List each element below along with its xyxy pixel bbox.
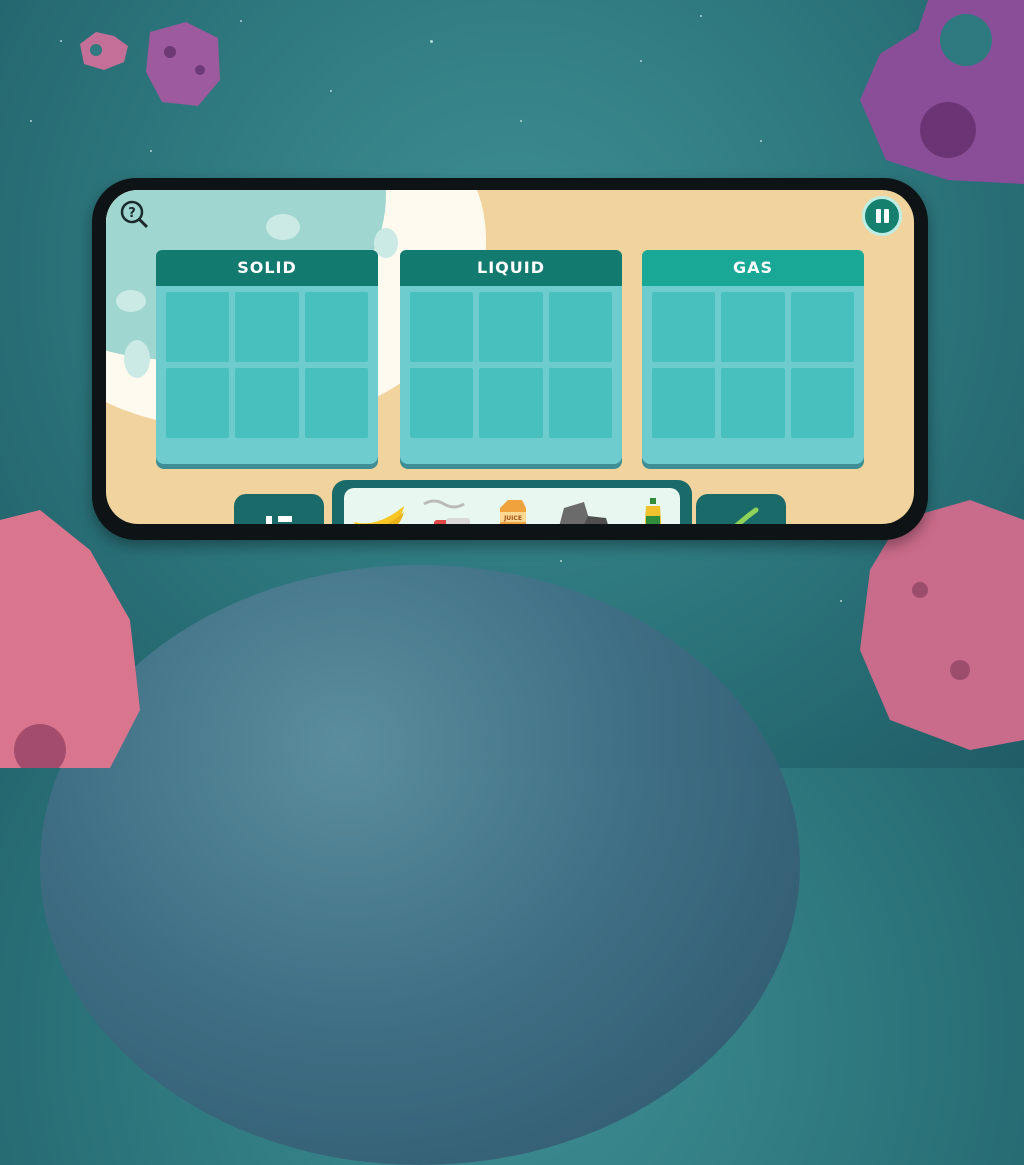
drop-grid bbox=[410, 292, 612, 438]
drop-slot[interactable] bbox=[235, 292, 299, 362]
drop-slot[interactable] bbox=[304, 292, 368, 362]
steaming-cup-icon[interactable] bbox=[416, 498, 480, 524]
drop-slot[interactable] bbox=[235, 368, 299, 438]
category-title: SOLID bbox=[156, 250, 378, 286]
drop-slot[interactable] bbox=[166, 292, 230, 362]
asteroid-bottomleft-icon bbox=[0, 510, 140, 768]
category-panel-gas: GAS bbox=[642, 250, 864, 464]
pause-button[interactable] bbox=[862, 196, 902, 236]
drop-slot[interactable] bbox=[479, 292, 543, 362]
crater bbox=[124, 340, 150, 378]
drop-grid bbox=[166, 292, 368, 438]
drop-slot[interactable] bbox=[410, 368, 474, 438]
timer-icon bbox=[266, 516, 292, 524]
category-panel-liquid: LIQUID bbox=[400, 250, 622, 464]
category-title: LIQUID bbox=[400, 250, 622, 286]
drop-slot[interactable] bbox=[304, 368, 368, 438]
svg-text:?: ? bbox=[128, 206, 136, 221]
oil-bottle-icon[interactable] bbox=[638, 498, 668, 524]
banana-icon[interactable] bbox=[350, 498, 408, 524]
category-panel-solid: SOLID bbox=[156, 250, 378, 464]
category-title: GAS bbox=[642, 250, 864, 286]
check-icon bbox=[734, 507, 759, 524]
asteroid-medium-icon bbox=[146, 22, 220, 106]
drop-slot[interactable] bbox=[721, 292, 785, 362]
drop-slot[interactable] bbox=[479, 368, 543, 438]
help-magnifier-icon[interactable]: ? bbox=[118, 198, 152, 232]
game-screen: ? SOLID LIQUID GAS JUICE bbox=[106, 190, 914, 524]
asteroid-small-icon bbox=[80, 32, 128, 70]
drop-slot[interactable] bbox=[652, 368, 716, 438]
background-planet bbox=[40, 565, 800, 1165]
rocks-icon[interactable] bbox=[550, 498, 614, 524]
item-tray-inner: JUICE bbox=[344, 488, 680, 524]
drop-slot[interactable] bbox=[548, 368, 612, 438]
drop-slot[interactable] bbox=[790, 368, 854, 438]
drop-slot[interactable] bbox=[548, 292, 612, 362]
crater bbox=[266, 214, 300, 240]
juice-carton-icon[interactable]: JUICE bbox=[494, 498, 530, 524]
drop-slot[interactable] bbox=[166, 368, 230, 438]
drop-slot[interactable] bbox=[410, 292, 474, 362]
check-button[interactable] bbox=[696, 494, 786, 524]
item-tray: JUICE bbox=[332, 480, 692, 524]
juice-label: JUICE bbox=[503, 515, 522, 522]
drop-slot[interactable] bbox=[721, 368, 785, 438]
timer-button[interactable] bbox=[234, 494, 324, 524]
crater bbox=[116, 290, 146, 312]
drop-slot[interactable] bbox=[652, 292, 716, 362]
drop-grid bbox=[652, 292, 854, 438]
drop-slot[interactable] bbox=[790, 292, 854, 362]
asteroid-topright-icon bbox=[860, 0, 1024, 184]
phone-frame: ? SOLID LIQUID GAS JUICE bbox=[92, 178, 928, 540]
